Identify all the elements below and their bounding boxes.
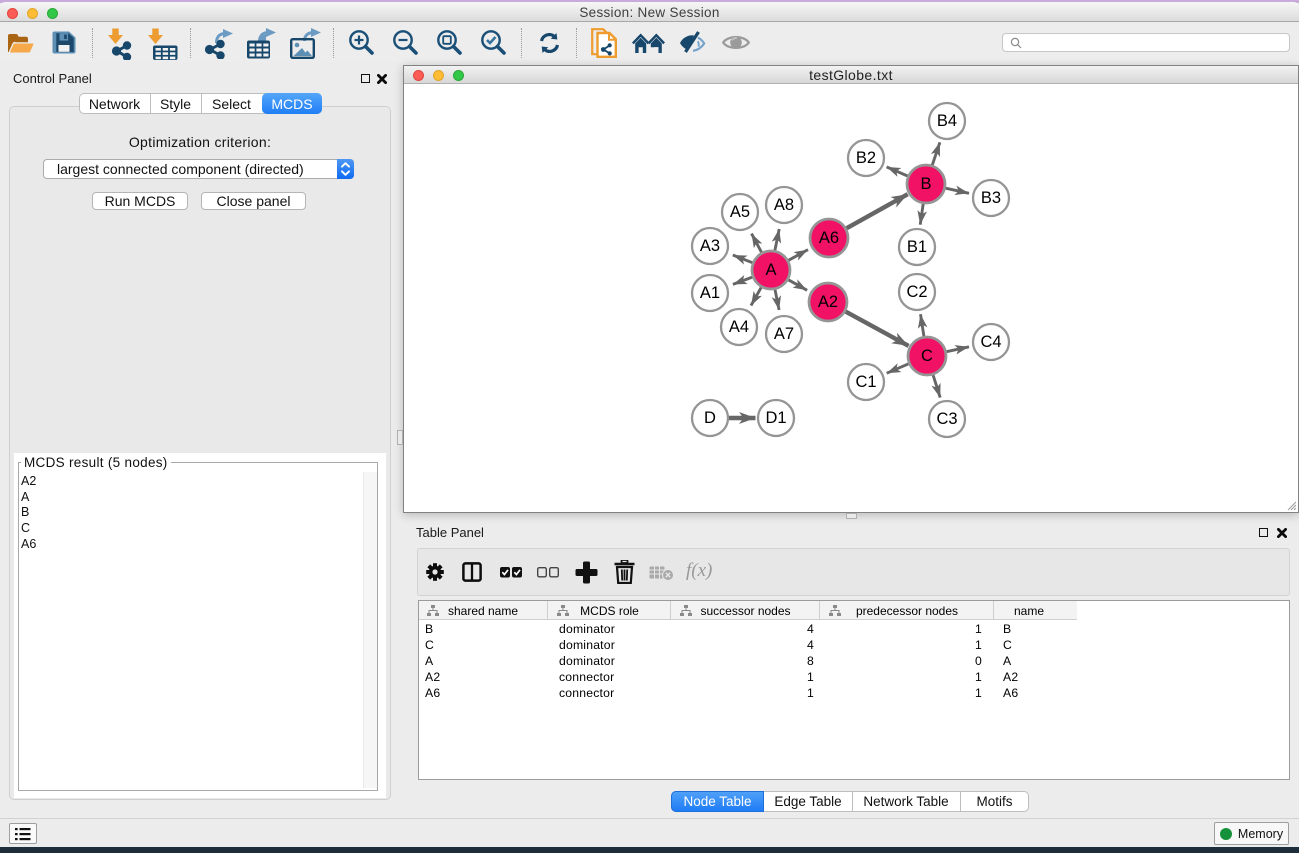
svg-text:A5: A5 xyxy=(730,203,750,221)
svg-text:C: C xyxy=(921,347,933,365)
svg-text:C3: C3 xyxy=(936,410,957,428)
svg-text:C1: C1 xyxy=(855,373,876,391)
svg-text:A: A xyxy=(765,261,776,279)
svg-text:C2: C2 xyxy=(906,283,927,301)
svg-text:A4: A4 xyxy=(729,318,749,336)
svg-text:D: D xyxy=(704,409,716,427)
svg-text:A2: A2 xyxy=(818,293,838,311)
svg-text:A8: A8 xyxy=(774,196,794,214)
svg-text:B2: B2 xyxy=(856,149,876,167)
svg-text:C4: C4 xyxy=(980,333,1001,351)
svg-text:A7: A7 xyxy=(774,325,794,343)
svg-text:D1: D1 xyxy=(765,409,786,427)
svg-text:A3: A3 xyxy=(700,237,720,255)
svg-text:A1: A1 xyxy=(700,284,720,302)
svg-text:B4: B4 xyxy=(937,112,957,130)
svg-text:B: B xyxy=(920,175,931,193)
svg-text:B3: B3 xyxy=(981,189,1001,207)
svg-text:B1: B1 xyxy=(907,238,927,256)
svg-text:A6: A6 xyxy=(819,229,839,247)
